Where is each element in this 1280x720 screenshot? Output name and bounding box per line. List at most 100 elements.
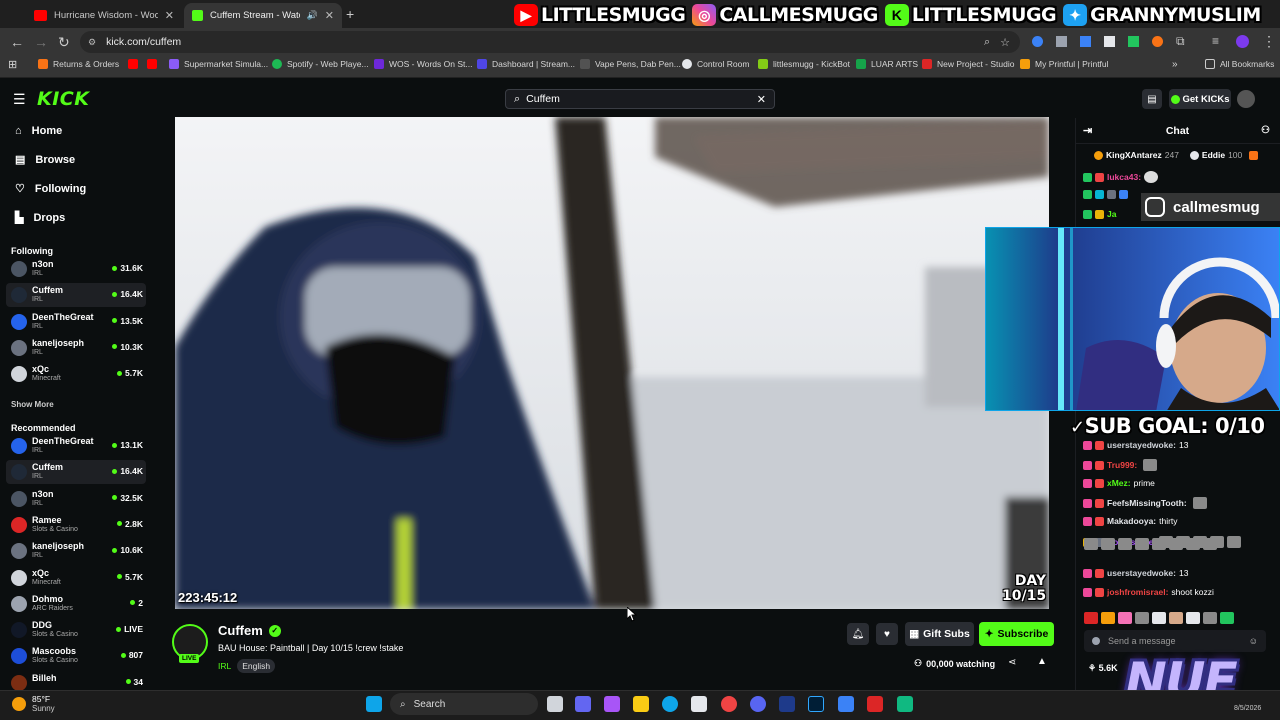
channel-item[interactable]: n3on IRL 31.6K: [6, 257, 146, 281]
channel-item[interactable]: Ramee Slots & Casino 2.8K: [6, 513, 146, 537]
copilot-icon[interactable]: [604, 696, 620, 712]
share-icon[interactable]: ⋖: [1008, 657, 1016, 668]
extensions-puzzle-icon[interactable]: ⧉: [1176, 34, 1185, 49]
nav-following[interactable]: ♡ Following: [15, 182, 86, 196]
bookmark-item[interactable]: New Project - Studio: [922, 59, 1014, 69]
channel-item[interactable]: xQc Minecraft 5.7K: [6, 362, 146, 386]
profile-avatar[interactable]: [1236, 35, 1249, 48]
bookmark-item[interactable]: Control Room: [682, 59, 749, 69]
channel-item[interactable]: DeenTheGreat IRL 13.5K: [6, 310, 146, 334]
new-tab-button[interactable]: +: [346, 6, 354, 22]
tab-search-icon[interactable]: ≡: [1212, 34, 1219, 48]
bookmark-item[interactable]: Returns & Orders: [38, 59, 119, 69]
nav-home[interactable]: ⌂ Home: [15, 125, 62, 137]
nav-browse[interactable]: ▤ Browse: [15, 153, 75, 167]
channel-item[interactable]: Cuffem IRL 16.4K: [6, 460, 146, 485]
windows-start-icon[interactable]: [366, 696, 382, 712]
bookmark-item[interactable]: LUAR ARTS: [856, 59, 918, 69]
app-icon[interactable]: [867, 696, 883, 712]
chat-message[interactable]: userstayedwoke: 13: [1083, 568, 1188, 578]
user-avatar[interactable]: [1237, 90, 1255, 108]
forward-icon[interactable]: →: [34, 34, 48, 50]
extension-icon[interactable]: [1128, 36, 1139, 47]
chat-message[interactable]: userstayedwoke: 13: [1083, 440, 1188, 450]
bookmark-item[interactable]: Dashboard | Stream...: [477, 59, 575, 69]
language-tag[interactable]: English: [237, 659, 276, 673]
more-bookmarks-icon[interactable]: »: [1172, 59, 1178, 70]
chat-message[interactable]: FeefsMissingTooth:: [1083, 497, 1207, 509]
channel-item[interactable]: Dohmo ARC Raiders 2: [6, 592, 146, 616]
teams-icon[interactable]: [575, 696, 591, 712]
extension-icon[interactable]: [1056, 36, 1067, 47]
channel-points[interactable]: ⚘ 5.6K: [1088, 663, 1118, 674]
file-explorer-icon[interactable]: [633, 696, 649, 712]
hamburger-menu-icon[interactable]: ☰: [13, 91, 26, 108]
apps-grid-icon[interactable]: ⊞: [8, 58, 17, 71]
bookmark-item[interactable]: Vape Pens, Dab Pen...: [580, 59, 681, 69]
channel-item[interactable]: Mascoobs Slots & Casino 807: [6, 644, 146, 668]
notepad-icon[interactable]: [838, 696, 854, 712]
back-icon[interactable]: ←: [10, 34, 24, 50]
channel-item[interactable]: kaneljoseph IRL 10.3K: [6, 336, 146, 360]
gift-subs-button[interactable]: ▦ Gift Subs: [905, 622, 974, 646]
close-tab-icon[interactable]: ✕: [165, 9, 174, 22]
channel-item[interactable]: kaneljoseph IRL 10.6K: [6, 539, 146, 563]
menu-kebab-icon[interactable]: ⋮: [1262, 33, 1276, 50]
channel-item[interactable]: Cuffem IRL 16.4K: [6, 283, 146, 308]
app-icon[interactable]: [897, 696, 913, 712]
dashboard-icon[interactable]: ▤: [1142, 89, 1162, 109]
chrome-icon[interactable]: [721, 696, 737, 712]
task-view-icon[interactable]: [547, 696, 563, 712]
bookmark-item[interactable]: My Printful | Printful: [1020, 59, 1109, 69]
extension-icon[interactable]: [1080, 36, 1091, 47]
bookmark-youtube[interactable]: [147, 59, 157, 69]
bookmark-item[interactable]: Supermarket Simula...: [169, 59, 268, 69]
chat-message[interactable]: xMez: prime: [1083, 478, 1155, 488]
chat-input[interactable]: Send a message ☺: [1084, 630, 1266, 652]
kick-logo[interactable]: KICK: [37, 88, 89, 110]
taskbar-search[interactable]: ⌕ Search: [390, 693, 538, 715]
bookmark-item[interactable]: WOS - Words On St...: [374, 59, 472, 69]
zoom-icon[interactable]: ⌕: [984, 36, 990, 49]
top-gifter[interactable]: KingXAntarez 247 Eddie 100: [1094, 150, 1259, 160]
chat-message[interactable]: lukca43:: [1083, 171, 1159, 183]
channel-item[interactable]: n3on IRL 32.5K: [6, 487, 146, 511]
bookmark-youtube[interactable]: [128, 59, 138, 69]
streamer-name[interactable]: Cuffem: [218, 623, 263, 638]
reload-icon[interactable]: ↻: [58, 34, 70, 51]
url-bar[interactable]: ⚙ kick.com/cuffem ⌕ ☆: [80, 31, 1020, 53]
chat-message[interactable]: Makadooya: thirty: [1083, 516, 1178, 526]
video-player[interactable]: [175, 117, 1049, 609]
weather-widget[interactable]: 85°F Sunny: [12, 694, 55, 713]
steam-icon[interactable]: [779, 696, 795, 712]
extension-icon[interactable]: [1032, 36, 1043, 47]
discord-icon[interactable]: [750, 696, 766, 712]
subscribe-button[interactable]: ✦ Subscribe: [979, 622, 1054, 646]
emoji-icon[interactable]: ☺: [1249, 636, 1258, 646]
all-bookmarks[interactable]: All Bookmarks: [1205, 59, 1274, 69]
bookmark-item[interactable]: littlesmugg - KickBot: [758, 59, 850, 69]
channel-item[interactable]: DeenTheGreat IRL 13.1K: [6, 434, 146, 458]
get-kicks-button[interactable]: Get KICKs: [1169, 89, 1231, 109]
chat-message[interactable]: joshfromisrael: shoot kozzi: [1083, 587, 1214, 597]
edge-icon[interactable]: [662, 696, 678, 712]
chat-users-icon[interactable]: ⚇: [1261, 125, 1270, 136]
search-input[interactable]: ⌕ Cuffem ✕: [505, 89, 775, 109]
notification-bell-button[interactable]: 🔔︎: [847, 623, 869, 645]
follow-button[interactable]: ♥: [876, 623, 898, 645]
extension-icon[interactable]: [1152, 36, 1163, 47]
channel-item[interactable]: DDG Slots & Casino LIVE: [6, 618, 146, 642]
speaker-icon[interactable]: 🔊: [307, 10, 318, 21]
channel-item[interactable]: xQc Minecraft 5.7K: [6, 566, 146, 590]
close-tab-icon[interactable]: ✕: [325, 9, 334, 22]
category-link[interactable]: IRL: [218, 661, 231, 671]
bookmark-item[interactable]: Spotify - Web Playe...: [272, 59, 369, 69]
chat-message[interactable]: Tru999:: [1083, 459, 1158, 471]
report-icon[interactable]: ▲: [1037, 656, 1047, 667]
chat-message[interactable]: Ja: [1083, 209, 1116, 219]
browser-tab[interactable]: Hurricane Wisdom - Woosah (C ✕: [26, 3, 182, 28]
show-more-button[interactable]: Show More: [11, 400, 54, 409]
browser-tab-active[interactable]: Cuffem Stream - Watch Live 🔊 ✕: [184, 3, 342, 28]
extension-icon[interactable]: [1104, 36, 1115, 47]
store-icon[interactable]: [691, 696, 707, 712]
